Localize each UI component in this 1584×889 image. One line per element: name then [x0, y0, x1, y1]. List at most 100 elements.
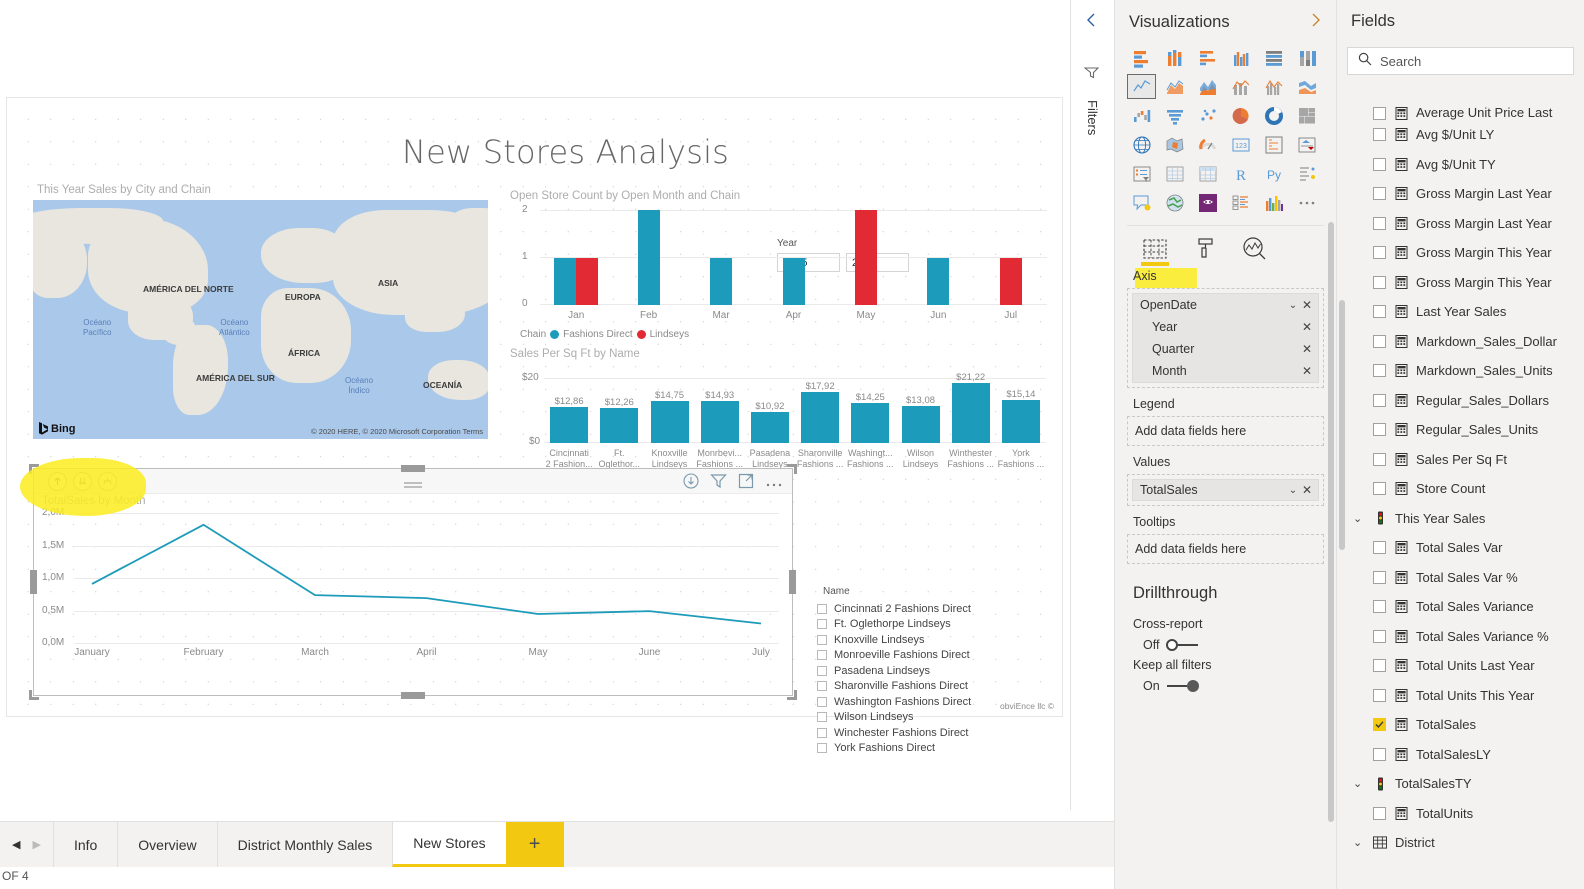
name-slicer-items[interactable]: Cincinnati 2 Fashions Direct Ft. Oglethor…	[817, 601, 1067, 756]
sqft-bar[interactable]	[550, 406, 589, 443]
arcgis-map-icon[interactable]	[1160, 190, 1189, 215]
field-item-gross-margin-last-year[interactable]: Gross Margin Last Year	[1337, 209, 1584, 239]
keep-all-filters-toggle-switch[interactable]	[1166, 680, 1199, 692]
field-item-total-sales-variance[interactable]: Total Sales Variance	[1337, 592, 1584, 622]
filter-pane-icon[interactable]	[1083, 65, 1101, 86]
field-item-markdown-sales-units[interactable]: Markdown_Sales_Units	[1337, 356, 1584, 386]
name-slicer-item[interactable]: Cincinnati 2 Fashions Direct	[817, 601, 1067, 617]
checkbox[interactable]	[817, 727, 827, 738]
totalsales-line-series[interactable]	[74, 513, 779, 643]
field-group-this-year-sales[interactable]: ⌄ This Year Sales	[1337, 504, 1584, 534]
kpi-icon[interactable]	[1293, 132, 1322, 157]
ribbon-chart-icon[interactable]	[1293, 74, 1322, 99]
fields-tree[interactable]: Average Unit Price Last Avg $/Unit LY Avg …	[1337, 96, 1584, 858]
name-slicer[interactable]: Name Cincinnati 2 Fashions Direct Ft. Ogl…	[817, 586, 1067, 756]
scatter-chart-icon[interactable]	[1193, 103, 1222, 128]
visual-type-gallery[interactable]: 123 R Py	[1115, 43, 1336, 221]
open-store-count-bars[interactable]	[540, 210, 1047, 305]
format-pane-tab-icon[interactable]	[1191, 234, 1219, 260]
field-item-totalsales[interactable]: TotalSales	[1337, 710, 1584, 740]
sqft-bar[interactable]	[801, 392, 840, 443]
page-tab-new-stores[interactable]: New Stores	[392, 822, 506, 867]
sqft-bar[interactable]	[700, 400, 739, 443]
name-slicer-item[interactable]: York Fashions Direct	[817, 741, 1067, 757]
field-item-sales-per-sq-ft[interactable]: Sales Per Sq Ft	[1337, 445, 1584, 475]
axis-field-month-remove-icon[interactable]: ✕	[1300, 364, 1314, 378]
selection-handle-bottom[interactable]	[401, 692, 425, 699]
powerapps-visual-icon[interactable]	[1193, 190, 1222, 215]
legend-item-lindseys[interactable]: Lindseys	[650, 329, 689, 340]
bar-jan-fashions-direct[interactable]	[554, 257, 577, 305]
field-item-avg-unit-ly[interactable]: Avg $/Unit LY	[1337, 120, 1584, 150]
axis-field-year-remove-icon[interactable]: ✕	[1300, 320, 1314, 334]
field-checkbox[interactable]	[1373, 275, 1386, 289]
checkbox[interactable]	[817, 665, 827, 676]
stacked-column-chart-icon[interactable]	[1160, 45, 1189, 70]
field-item-average-unit-price-last[interactable]: Average Unit Price Last	[1337, 96, 1584, 120]
filters-rail[interactable]: Filters	[1070, 0, 1114, 810]
field-checkbox[interactable]	[1373, 423, 1386, 437]
field-item-total-sales-variance[interactable]: Total Sales Variance %	[1337, 622, 1584, 652]
cross-report-toggle-switch[interactable]	[1166, 639, 1199, 651]
100-stacked-column-chart-icon[interactable]	[1293, 45, 1322, 70]
bar-jun-fashions-direct[interactable]	[927, 257, 950, 305]
checkbox[interactable]	[817, 650, 827, 661]
line-and-clustered-column-chart-icon[interactable]	[1260, 74, 1289, 99]
multi-row-card-icon[interactable]	[1260, 132, 1289, 157]
field-item-store-count[interactable]: Store Count	[1337, 474, 1584, 504]
values-field-totalsales-chevron-down-icon[interactable]: ⌄	[1286, 485, 1300, 496]
checkbox[interactable]	[817, 634, 827, 645]
map-icon[interactable]	[1127, 132, 1156, 157]
selection-handle-right[interactable]	[789, 570, 796, 594]
axis-field-opendate-chevron-down-icon[interactable]: ⌄	[1286, 300, 1300, 311]
sqft-bar[interactable]	[750, 412, 789, 443]
r-script-visual-icon[interactable]: R	[1226, 161, 1255, 186]
collapse-pane-icon[interactable]	[1085, 12, 1098, 33]
axis-field-year[interactable]: Year ✕	[1133, 316, 1318, 338]
chevron-down-icon[interactable]: ⌄	[1353, 836, 1365, 849]
field-checkbox[interactable]	[1373, 334, 1386, 348]
field-item-last-year-sales[interactable]: Last Year Sales	[1337, 297, 1584, 327]
page-tabs-navigation[interactable]: ◀ ▶	[0, 822, 53, 867]
smart-narrative-icon[interactable]	[1127, 190, 1156, 215]
clustered-bar-chart-icon[interactable]	[1193, 45, 1222, 70]
field-checkbox[interactable]	[1373, 216, 1386, 230]
field-checkbox[interactable]	[1373, 600, 1386, 614]
selection-handle-bottom-right[interactable]	[787, 690, 797, 700]
field-item-gross-margin-this-year[interactable]: Gross Margin This Year	[1337, 268, 1584, 298]
field-group-district[interactable]: ⌄ District	[1337, 828, 1584, 858]
name-slicer-item[interactable]: Wilson Lindseys	[817, 710, 1067, 726]
python-visual-icon[interactable]: Py	[1260, 161, 1289, 186]
field-checkbox[interactable]	[1373, 364, 1386, 378]
fields-pane-tab-icon[interactable]	[1141, 234, 1169, 266]
values-bucket[interactable]: TotalSales ⌄ ✕	[1127, 474, 1324, 506]
drill-down-icon[interactable]	[73, 472, 92, 491]
field-item-gross-margin-this-year[interactable]: Gross Margin This Year	[1337, 238, 1584, 268]
paginated-report-icon[interactable]	[1260, 190, 1289, 215]
report-page[interactable]: New Stores Analysis Year 2005 2014 This …	[6, 97, 1063, 754]
field-item-total-sales-var[interactable]: Total Sales Var	[1337, 533, 1584, 563]
checkbox[interactable]	[817, 743, 827, 754]
legend-item-fashions-direct[interactable]: Fashions Direct	[563, 329, 632, 340]
axis-bucket[interactable]: OpenDate ⌄ ✕ Year ✕ Quarter ✕ Month ✕	[1127, 288, 1324, 388]
donut-chart-icon[interactable]	[1260, 103, 1289, 128]
field-checkbox[interactable]	[1373, 747, 1386, 761]
field-group-totalsalesty[interactable]: ⌄ TotalSalesTY	[1337, 769, 1584, 799]
field-checkbox[interactable]	[1373, 718, 1386, 732]
field-checkbox[interactable]	[1373, 629, 1386, 643]
drill-controls[interactable]	[48, 472, 117, 491]
field-checkbox[interactable]	[1373, 305, 1386, 319]
field-checkbox[interactable]	[1373, 570, 1386, 584]
gauge-icon[interactable]	[1193, 132, 1222, 157]
axis-field-opendate-remove-icon[interactable]: ✕	[1300, 298, 1314, 312]
map-canvas[interactable]: AMÉRICA DEL NORTE EUROPA ASIA ÁFRICA AMÉ…	[33, 200, 488, 439]
bar-jul-lindseys[interactable]	[999, 257, 1022, 305]
key-influencers-icon[interactable]	[1293, 161, 1322, 186]
drill-mode-icon[interactable]	[683, 473, 699, 494]
field-checkbox[interactable]	[1373, 806, 1386, 820]
field-checkbox[interactable]	[1373, 541, 1386, 555]
cross-report-toggle[interactable]: Off	[1115, 631, 1336, 652]
more-options-icon[interactable]	[765, 475, 783, 493]
previous-page-icon[interactable]: ◀	[12, 838, 20, 851]
selection-handle-bottom-left[interactable]	[29, 690, 39, 700]
